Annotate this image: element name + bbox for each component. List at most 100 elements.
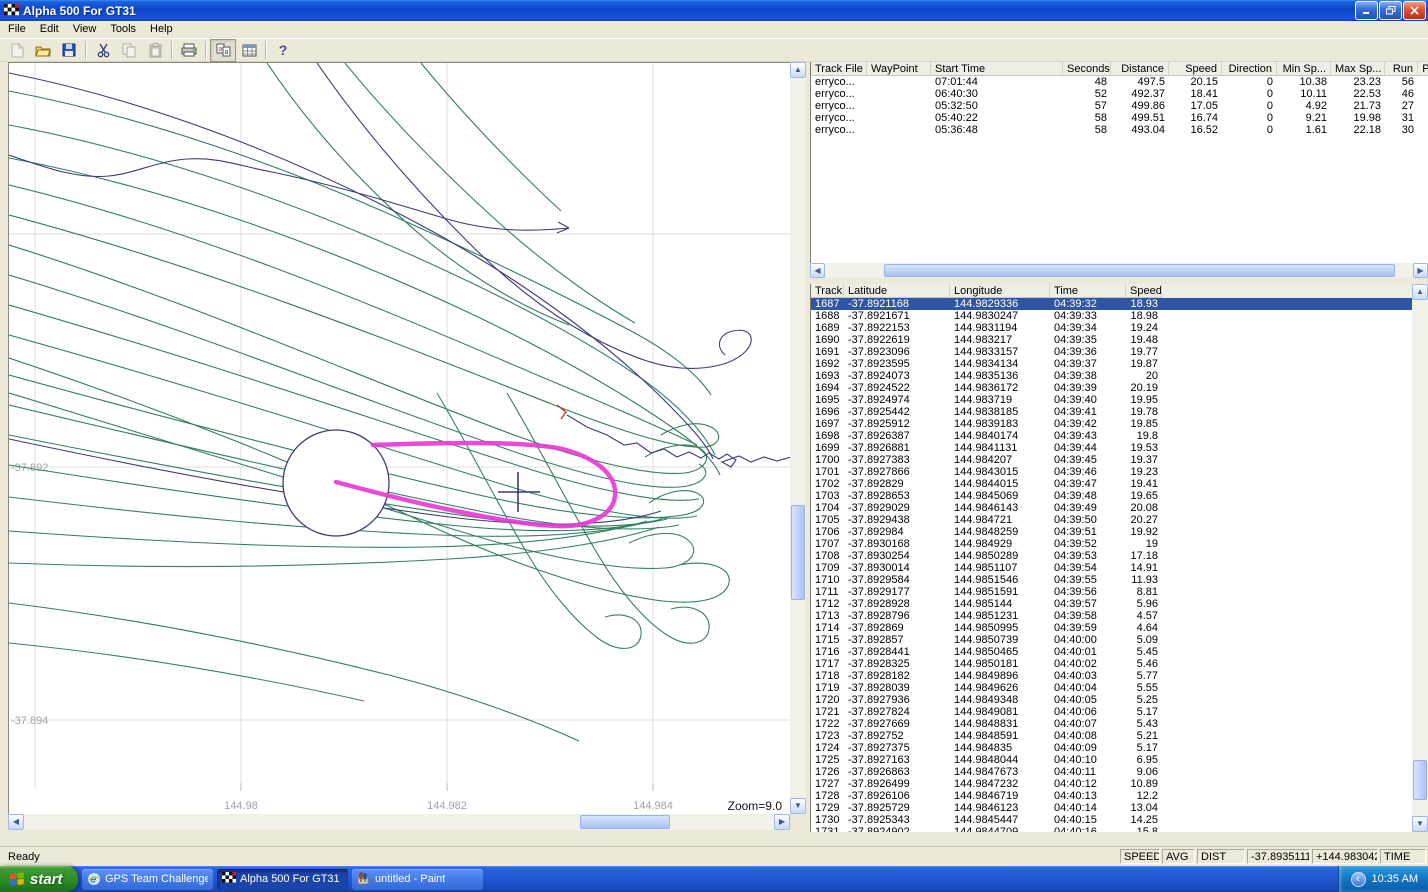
scroll-up-icon[interactable]: ▲ [790, 62, 806, 78]
track-point-row[interactable]: 1705-37.8929438144.98472104:39:5020.27 [811, 514, 1428, 526]
track-view-toggle-button[interactable]: aa [210, 39, 236, 62]
track-point-row[interactable]: 1700-37.8927383144.98420704:39:4519.37 [811, 454, 1428, 466]
track-point-row[interactable]: 1715-37.892857144.985073904:40:005.09 [811, 634, 1428, 646]
track-point-row[interactable]: 1730-37.8925343144.984544704:40:1514.25 [811, 814, 1428, 826]
scroll-thumb[interactable] [580, 815, 670, 829]
zoom-level-indicator[interactable]: Zoom=9.0 [726, 799, 784, 813]
column-header[interactable]: Track [811, 284, 844, 298]
scroll-thumb[interactable] [791, 505, 805, 600]
column-header[interactable]: Distance [1111, 62, 1169, 76]
menu-help[interactable]: Help [143, 22, 180, 37]
scroll-left-icon[interactable]: ◀ [8, 814, 24, 830]
run-row[interactable]: erryco...05:36:4858493.0416.5201.6122.18… [811, 124, 1428, 136]
scroll-left-icon[interactable]: ◀ [810, 263, 825, 278]
run-row[interactable]: erryco...06:40:3052492.3718.41010.1122.5… [811, 88, 1428, 100]
column-header[interactable]: Pos Erro [1418, 62, 1428, 76]
run-row[interactable]: erryco...07:01:4448497.520.15010.3823.23… [811, 76, 1428, 88]
track-point-row[interactable]: 1726-37.8926863144.984767304:40:119.06 [811, 766, 1428, 778]
restore-button[interactable] [1379, 1, 1402, 20]
scroll-down-icon[interactable]: ▼ [790, 798, 806, 814]
track-map[interactable]: 144.98144.982144.984-37.892-37.894 Zoom=… [8, 62, 790, 814]
track-point-row[interactable]: 1718-37.8928182144.984989604:40:035.77 [811, 670, 1428, 682]
track-point-row[interactable]: 1708-37.8930254144.985028904:39:5317.18 [811, 550, 1428, 562]
column-header[interactable]: WayPoint [867, 62, 931, 76]
track-point-row[interactable]: 1688-37.8921671144.983024704:39:3318.98 [811, 310, 1428, 322]
column-header[interactable]: Time [1050, 284, 1126, 298]
track-point-row[interactable]: 1713-37.8928796144.985123104:39:584.57 [811, 610, 1428, 622]
track-point-row[interactable]: 1704-37.8929029144.984614304:39:4920.08 [811, 502, 1428, 514]
track-point-row[interactable]: 1721-37.8927824144.984908104:40:065.17 [811, 706, 1428, 718]
column-header[interactable]: Speed [1169, 62, 1222, 76]
start-button[interactable]: start [0, 866, 78, 892]
print-button[interactable] [176, 39, 202, 62]
column-header[interactable]: Latitude [844, 284, 950, 298]
track-point-row[interactable]: 1731-37.8924902144.984470904:40:1615.8 [811, 826, 1428, 832]
track-point-row[interactable]: 1706-37.892984144.984825904:39:5119.92 [811, 526, 1428, 538]
track-point-row[interactable]: 1693-37.8924073144.983513604:39:3820 [811, 370, 1428, 382]
track-point-row[interactable]: 1703-37.8928653144.984506904:39:4819.65 [811, 490, 1428, 502]
runs-horizontal-scrollbar[interactable]: ◀ ▶ [810, 263, 1428, 278]
run-row[interactable]: erryco...05:40:2258499.5116.7409.2119.98… [811, 112, 1428, 124]
menu-view[interactable]: View [66, 22, 104, 37]
open-file-button[interactable] [30, 39, 56, 62]
menu-file[interactable]: File [1, 22, 33, 37]
column-header[interactable]: Speed [1126, 284, 1162, 298]
track-point-row[interactable]: 1722-37.8927669144.984883104:40:075.43 [811, 718, 1428, 730]
save-button[interactable] [56, 39, 82, 62]
scroll-up-icon[interactable]: ▲ [1412, 284, 1428, 300]
track-point-row[interactable]: 1698-37.8926387144.984017404:39:4319.8 [811, 430, 1428, 442]
track-point-row[interactable]: 1689-37.8922153144.983119404:39:3419.24 [811, 322, 1428, 334]
track-point-row[interactable]: 1723-37.892752144.984859104:40:085.21 [811, 730, 1428, 742]
tray-chevron-icon[interactable]: ‹ [1351, 872, 1366, 887]
track-point-row[interactable]: 1707-37.8930168144.98492904:39:5219 [811, 538, 1428, 550]
track-point-row[interactable]: 1691-37.8923096144.983315704:39:3619.77 [811, 346, 1428, 358]
taskbar-task[interactable]: untitled - Paint [352, 869, 483, 890]
taskbar-task[interactable]: Alpha 500 For GT31 [217, 869, 348, 890]
column-header[interactable]: Longitude [950, 284, 1050, 298]
table-view-button[interactable] [236, 39, 262, 62]
track-point-row[interactable]: 1697-37.8925912144.983918304:39:4219.85 [811, 418, 1428, 430]
paste-button[interactable] [142, 39, 168, 62]
track-point-row[interactable]: 1724-37.8927375144.98483504:40:095.17 [811, 742, 1428, 754]
scroll-thumb[interactable] [884, 264, 1395, 277]
column-header[interactable]: Min Sp... [1277, 62, 1331, 76]
track-point-row[interactable]: 1696-37.8925442144.983818504:39:4119.78 [811, 406, 1428, 418]
scroll-thumb[interactable] [1413, 760, 1427, 800]
track-point-row[interactable]: 1719-37.8928039144.984962604:40:045.55 [811, 682, 1428, 694]
scroll-right-icon[interactable]: ▶ [1413, 263, 1428, 278]
new-file-button[interactable] [4, 39, 30, 62]
menu-edit[interactable]: Edit [33, 22, 66, 37]
track-point-row[interactable]: 1710-37.8929584144.985154604:39:5511.93 [811, 574, 1428, 586]
track-point-row[interactable]: 1717-37.8928325144.985018104:40:025.46 [811, 658, 1428, 670]
column-header[interactable]: Seconds [1063, 62, 1111, 76]
track-point-row[interactable]: 1694-37.8924522144.983617204:39:3920.19 [811, 382, 1428, 394]
column-header[interactable]: Direction [1222, 62, 1277, 76]
track-point-row[interactable]: 1728-37.8926106144.984671904:40:1312.2 [811, 790, 1428, 802]
scroll-down-icon[interactable]: ▼ [1412, 816, 1428, 832]
map-vertical-scrollbar[interactable]: ▲ ▼ [790, 62, 806, 814]
track-point-row[interactable]: 1709-37.8930014144.985110704:39:5414.91 [811, 562, 1428, 574]
track-point-row[interactable]: 1690-37.8922619144.98321704:39:3519.48 [811, 334, 1428, 346]
cut-button[interactable] [90, 39, 116, 62]
track-point-row[interactable]: 1711-37.8929177144.985159104:39:568.81 [811, 586, 1428, 598]
column-header[interactable]: Track File [811, 62, 867, 76]
track-point-row[interactable]: 1687-37.8921168144.982933604:39:3218.93 [811, 298, 1428, 310]
column-header[interactable]: Run [1385, 62, 1418, 76]
copy-button[interactable] [116, 39, 142, 62]
track-point-row[interactable]: 1725-37.8927163144.984804404:40:106.95 [811, 754, 1428, 766]
minimize-button[interactable] [1355, 1, 1378, 20]
track-point-row[interactable]: 1701-37.8927866144.984301504:39:4619.23 [811, 466, 1428, 478]
column-header[interactable]: Max Sp... [1331, 62, 1385, 76]
menu-tools[interactable]: Tools [103, 22, 143, 37]
scroll-right-icon[interactable]: ▶ [774, 814, 790, 830]
track-point-row[interactable]: 1699-37.8926881144.984113104:39:4419.53 [811, 442, 1428, 454]
column-header[interactable]: Start Time [931, 62, 1063, 76]
taskbar-task[interactable]: eGPS Team Challenge ... [82, 869, 213, 890]
track-point-row[interactable]: 1692-37.8923595144.983413404:39:3719.87 [811, 358, 1428, 370]
points-vertical-scrollbar[interactable]: ▲ ▼ [1412, 284, 1428, 832]
track-point-row[interactable]: 1720-37.8927936144.984934804:40:055.25 [811, 694, 1428, 706]
close-button[interactable] [1403, 1, 1426, 20]
track-point-row[interactable]: 1729-37.8925729144.984612304:40:1413.04 [811, 802, 1428, 814]
track-point-row[interactable]: 1714-37.892869144.985099504:39:594.64 [811, 622, 1428, 634]
map-horizontal-scrollbar[interactable]: ◀ ▶ [8, 814, 790, 830]
